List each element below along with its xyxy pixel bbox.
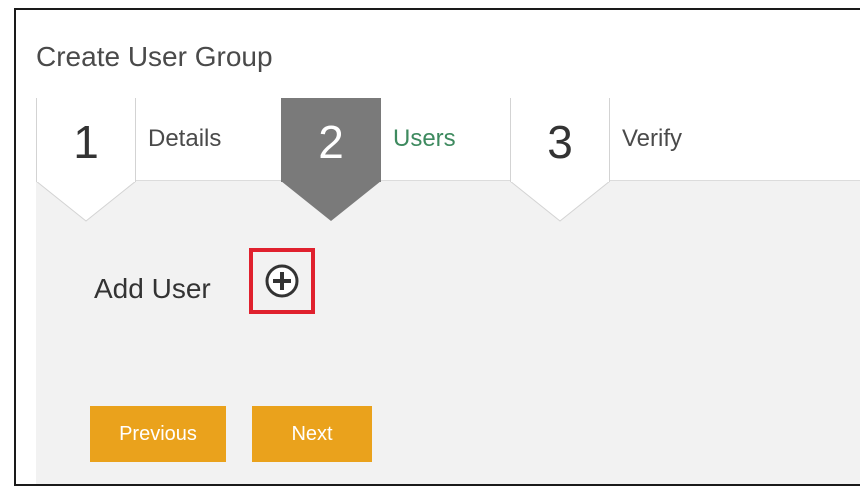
step-label: Verify [622,125,683,152]
step-label: Users [393,125,456,152]
plus-circle-icon[interactable] [265,264,299,298]
step-number: 3 [547,116,573,168]
step-number: 2 [318,116,344,168]
step-pointer [36,181,136,222]
next-button[interactable]: Next [252,406,372,462]
add-user-button[interactable] [249,248,315,314]
step-number: 1 [73,116,99,168]
create-user-group-panel: Create User Group 1 Details 2 Users 3 Ve… [14,8,860,486]
previous-button[interactable]: Previous [90,406,226,462]
wizard-baseline [36,180,860,181]
add-user-label: Add User [94,273,211,304]
step-pointer [281,181,381,221]
page-title: Create User Group [36,41,273,72]
step-label: Details [148,125,222,152]
step-pointer [510,181,610,222]
